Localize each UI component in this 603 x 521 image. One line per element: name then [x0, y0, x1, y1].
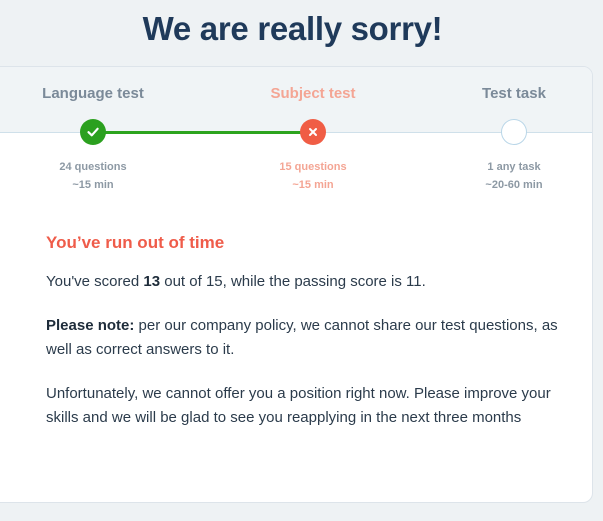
policy-note: Please note: per our company policy, we … [46, 314, 566, 362]
closing-message: Unfortunately, we cannot offer you a pos… [46, 385, 551, 426]
step-language-test-questions: 24 questions [59, 161, 127, 173]
note-label: Please note: [46, 317, 135, 334]
step-subject-test-duration: ~15 min [292, 179, 334, 191]
progress-track-completed [93, 131, 313, 134]
step-language-test-status [80, 119, 106, 145]
result-heading: You’ve run out of time [46, 233, 225, 252]
step-language-test-label: Language test [42, 85, 144, 102]
step-test-task-duration: ~20-60 min [485, 179, 543, 191]
result-card: Language test Subject test Test task 24 … [0, 66, 593, 503]
step-subject-test-questions: 15 questions [279, 161, 347, 173]
step-test-task-questions: 1 any task [487, 161, 541, 173]
step-language-test-duration: ~15 min [72, 179, 114, 191]
cross-icon [307, 126, 319, 138]
score-suffix: out of 15, while the passing score is 11… [160, 273, 426, 290]
check-icon [86, 125, 100, 139]
step-subject-test-meta: 15 questions ~15 min [279, 158, 346, 194]
step-subject-test-label: Subject test [270, 85, 356, 102]
step-subject-test-status [300, 119, 326, 145]
step-test-task-status [501, 119, 527, 145]
step-test-task-meta: 1 any task ~20-60 min [485, 158, 542, 194]
step-test-task-label: Test task [482, 85, 546, 102]
score-text: You've scored 13 out of 15, while the pa… [46, 270, 566, 294]
score-value: 13 [143, 273, 161, 290]
score-prefix: You've scored [46, 273, 144, 290]
page-title: We are really sorry! [142, 10, 443, 47]
step-language-test-meta: 24 questions ~15 min [59, 158, 126, 194]
